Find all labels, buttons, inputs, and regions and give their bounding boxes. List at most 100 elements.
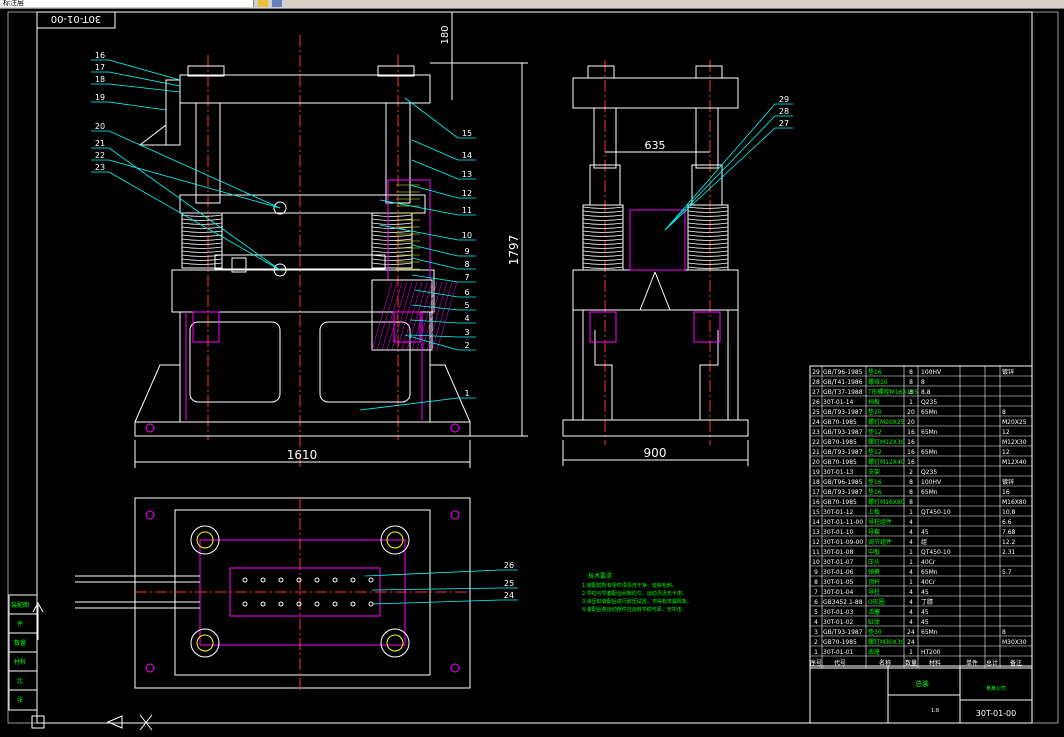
bom-cell-note: 8 [1002,409,1006,416]
bom-cell-qty: 4 [909,619,913,626]
part-balloon: 24 [504,591,514,600]
bom-cell-code: GB/T41-1986 [823,379,863,386]
bom-cell-qty: 1 [909,579,913,586]
bom-cell-qty: 8 [909,489,913,496]
bom-cell-qty: 1 [909,509,913,516]
part-balloon: 10 [462,231,472,240]
bom-cell-qty: 20 [907,419,915,426]
bom-cell-note: M30X30 [1002,639,1027,646]
bom-cell-note: 镀锌 [1002,368,1014,376]
bom-cell-mat: Q235 [921,399,937,406]
bom-cell-name: 垫20 [868,408,882,416]
part-balloon: 27 [779,119,789,128]
bom-cell-mat: 45 [921,619,929,626]
bom-cell-code: GB/T93-1987 [823,629,863,636]
cad-drawing[interactable]: 30T-01-00 装配图件数量材料比张 1610 1797 180 12345… [0,0,1064,737]
bom-cell-code: 30T-01-04 [823,589,854,596]
dim-height: 1797 [507,235,521,266]
bom-cell-no: 11 [812,549,820,556]
bom-cell-qty: 16 [907,459,915,466]
bom-cell-note: 16 [1002,489,1010,496]
bom-cell-no: 26 [812,399,820,406]
bom-cell-mat: 45 [921,589,929,596]
part-balloon: 29 [779,95,789,104]
part-balloon: 25 [504,579,514,588]
bom-cell-note: 10.8 [1002,509,1016,516]
bom-cell-name: 上板 [868,508,880,516]
bom-cell-mat: Q235 [921,469,937,476]
bom-cell-code: 30T-01-08 [823,549,854,556]
bom-cell-no: 9 [814,569,818,576]
left-panel: 装配图件数量材料比张 [8,594,38,711]
bom-cell-qty: 4 [909,599,913,606]
bom-cell-name: 顶杆 [868,578,880,586]
bom-cell-name: 导柱 [868,588,880,596]
left-panel-cell: 装配图 [11,601,29,609]
bom-cell-code: 30T-01-05 [823,579,854,586]
bom-cell-mat: QT450-10 [921,509,951,516]
bom-cell-mat: 45 [921,609,929,616]
dim-top-offset: 180 [440,25,451,44]
bom-cell-no: 21 [812,449,820,456]
bom-cell-mat: 40Cr [921,579,936,586]
bom-cell-no: 20 [812,459,820,466]
bom-cell-code: 30T-01-14 [823,399,854,406]
bom-cell-name: 螺钉M20X25 [868,418,905,426]
bom-cell-code: GB70-1985 [823,639,857,646]
bom-cell-no: 18 [812,479,820,486]
bom-cell-code: 30T-01-13 [823,469,854,476]
bom-cell-qty: 4 [909,539,913,546]
bom-cell-name: 压头 [868,558,880,566]
dim-width-side: 900 [644,446,667,460]
bom-cell-name: 挡板 [868,398,880,406]
part-balloon: 19 [95,93,105,102]
bom-cell-note: 6.6 [1002,519,1012,526]
bom-cell-note: 2.31 [1002,549,1016,556]
bom-cell-note: M20X25 [1002,419,1027,426]
bom-cell-code: GB/T93-1987 [823,449,863,456]
bom-cell-mat: 65Mn [921,449,938,456]
bom-cell-mat: 100HV [921,479,942,486]
bom-cell-no: 8 [814,579,818,586]
part-balloon: 28 [779,107,789,116]
bom-cell-qty: 8 [909,379,913,386]
part-balloon: 4 [464,314,469,323]
side-balloons: 27 28 29 [664,95,793,231]
bom-cell-no: 7 [814,589,818,596]
bom-cell-mat: 8.8 [921,389,931,396]
notes-title: 技术要求 [588,572,612,580]
bom-cell-qty: 8 [909,499,913,506]
bom-cell-mat: 65Mn [921,629,938,636]
bom-cell-note: M16X80 [1002,499,1027,506]
bom-cell-qty: 4 [909,609,913,616]
bom-cell-name: 螺母16 [868,378,888,386]
bom-cell-name: 导套 [868,528,880,536]
part-balloon: 6 [464,288,469,297]
bom-cell-mat: HT200 [921,649,941,656]
bom-cell-no: 25 [812,409,820,416]
bom-cell-no: 10 [812,559,820,566]
bom-cell-name: 垫12 [868,448,882,456]
technical-notes: 技术要求 1.装配前所有零件须清洗干净，去除毛刺。 2.导柱与导套配合间隙均匀，… [582,572,692,613]
bom-cell-no: 27 [812,389,820,396]
left-panel-cell: 件 [17,620,23,628]
part-balloon: 3 [464,328,469,337]
bom-cell-code: GB/T96-1985 [823,369,863,376]
bom-cell-no: 17 [812,489,820,496]
bom-cell-name: 螺钉M12X40 [868,458,905,466]
bom-cell-name: 调节组件 [868,538,892,546]
bom-cell-note: 12.2 [1002,539,1016,546]
bom-cell-name: O形圈 [868,598,885,606]
part-balloon: 5 [464,301,469,310]
title-block-scale: 1:8 [931,708,939,714]
notes-line-4: 4.装配后各运动部件应运转平稳可靠，无冲击。 [582,606,687,613]
bom-cell-name: 垫16 [868,368,882,376]
bom-cell-no: 23 [812,429,820,436]
bom-cell-mat: 65Mn [921,569,938,576]
bom-cell-no: 3 [814,629,818,636]
notes-line-1: 1.装配前所有零件须清洗干净，去除毛刺。 [582,582,677,589]
bom-cell-code: GB/T93-1987 [823,429,863,436]
bom-cell-code: GB/T37-1988 [823,389,863,396]
bom-cell-code: GB70-1985 [823,439,857,446]
part-balloon: 7 [464,273,469,282]
